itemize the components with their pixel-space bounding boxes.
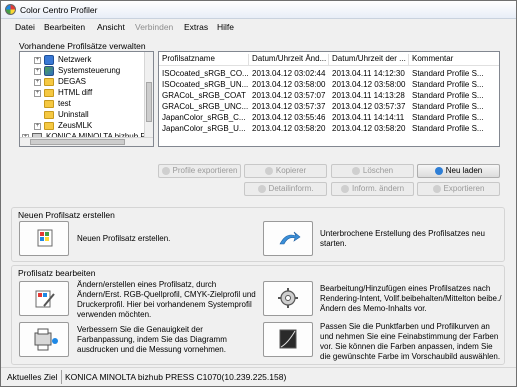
title-bar: Color Centro Profiler <box>1 1 516 19</box>
app-window: Color Centro Profiler Datei Bearbeiten A… <box>0 0 517 387</box>
network-icon <box>44 55 54 65</box>
status-bar: Aktuelles Ziel KONICA MINOLTA bizhub PRE… <box>1 367 516 386</box>
column-header-modified[interactable]: Datum/Uhrzeit Änd... <box>249 54 329 66</box>
measure-chart-button[interactable] <box>19 322 69 357</box>
table-row[interactable]: GRACoL_sRGB_COAT 2013.04.12 03:57:07 201… <box>159 91 499 102</box>
table-row[interactable]: ISOcoated_sRGB_UN... 2013.04.12 03:58:00… <box>159 80 499 91</box>
folder-icon <box>44 122 54 130</box>
new-profile-button[interactable] <box>19 221 69 256</box>
folder-icon <box>44 78 54 86</box>
scroll-thumb[interactable] <box>146 82 152 122</box>
status-separator <box>61 370 62 384</box>
detail-info-button[interactable]: Detailinform. <box>244 182 327 196</box>
table-row[interactable]: GRACoL_sRGB_UNC... 2013.04.12 03:57:37 2… <box>159 102 499 113</box>
menu-verbinden[interactable]: Verbinden <box>135 22 173 32</box>
folder-icon <box>44 100 54 108</box>
menu-extras[interactable]: Extras <box>184 22 208 32</box>
folder-icon <box>44 111 54 119</box>
profiles-section-label: Vorhandene Profilsätze verwalten <box>19 41 146 51</box>
table-row[interactable]: JapanColor_sRGB_U... 2013.04.12 03:58:20… <box>159 124 499 135</box>
folder-tree[interactable]: + Netzwerk + Systemsteuerung + DEGAS + H… <box>19 51 154 147</box>
status-target: KONICA MINOLTA bizhub PRESS C1070(10.239… <box>65 372 287 382</box>
delete-button[interactable]: Löschen <box>331 164 414 178</box>
expand-icon[interactable]: + <box>34 79 41 86</box>
color-centro-icon <box>5 4 16 15</box>
window-title: Color Centro Profiler <box>20 5 98 15</box>
tree-horizontal-scrollbar[interactable] <box>20 137 153 146</box>
menu-bar: Datei Bearbeiten Ansicht Verbinden Extra… <box>1 20 516 34</box>
table-row[interactable]: JapanColor_sRGB_C... 2013.04.12 03:55:46… <box>159 113 499 124</box>
edit-info-icon <box>340 184 349 193</box>
scroll-thumb[interactable] <box>30 139 125 145</box>
edit-profile-group: Profilsatz bearbeiten Ändern/erstellen e… <box>11 265 505 365</box>
control-panel-icon <box>44 66 54 76</box>
menu-bearbeiten[interactable]: Bearbeiten <box>44 22 85 32</box>
create-edit-profile-text: Ändern/erstellen eines Profilsatz, durch… <box>77 280 256 319</box>
create-group-title: Neuen Profilsatz erstellen <box>18 210 115 220</box>
profile-table[interactable]: Profilsatzname Datum/Uhrzeit Änd... Datu… <box>158 51 500 147</box>
column-header-created[interactable]: Datum/Uhrzeit der ... <box>329 54 409 66</box>
create-profile-group: Neuen Profilsatz erstellen Neuen Profils… <box>11 207 505 262</box>
print-measure-icon <box>34 328 58 351</box>
export-icon <box>161 166 170 175</box>
change-info-button[interactable]: Inform. ändern <box>331 182 414 196</box>
export-icon <box>432 184 441 193</box>
column-header-name[interactable]: Profilsatzname <box>159 54 249 66</box>
table-header: Profilsatzname Datum/Uhrzeit Änd... Datu… <box>159 52 499 66</box>
gear-icon <box>278 288 298 308</box>
export-profile-button[interactable]: Profile exportieren <box>158 164 241 178</box>
rendering-settings-text: Bearbeitung/Hinzufügen eines Profilsatze… <box>320 284 502 313</box>
info-icon <box>257 184 266 193</box>
reload-button[interactable]: Neu laden <box>417 164 500 178</box>
adjust-curves-button[interactable] <box>263 322 313 357</box>
refresh-icon <box>434 166 443 175</box>
edit-group-title: Profilsatz bearbeiten <box>18 268 96 278</box>
export-button[interactable]: Exportieren <box>417 182 500 196</box>
edit-profile-icon <box>35 290 55 308</box>
measure-chart-text: Verbessern Sie die Genauigkeit der Farba… <box>77 325 227 354</box>
menu-datei[interactable]: Datei <box>15 22 35 32</box>
copy-icon <box>264 166 273 175</box>
menu-hilfe[interactable]: Hilfe <box>217 22 234 32</box>
expand-icon[interactable]: + <box>34 57 41 64</box>
delete-icon <box>351 166 360 175</box>
status-label: Aktuelles Ziel <box>7 372 58 382</box>
resume-creation-text: Unterbrochene Erstellung des Profilsatze… <box>320 229 485 248</box>
expand-icon[interactable]: + <box>34 123 41 130</box>
expand-icon[interactable]: + <box>34 68 41 75</box>
resume-creation-button[interactable] <box>263 221 313 256</box>
copy-button[interactable]: Kopierer <box>244 164 327 178</box>
rendering-settings-button[interactable] <box>263 281 313 316</box>
expand-icon[interactable]: + <box>34 90 41 97</box>
folder-icon <box>44 89 54 97</box>
tone-curve-icon <box>279 329 297 349</box>
create-edit-profile-button[interactable] <box>19 281 69 316</box>
table-row[interactable]: ISOcoated_sRGB_CO... 2013.04.12 03:02:44… <box>159 69 499 80</box>
menu-ansicht[interactable]: Ansicht <box>97 22 125 32</box>
tree-vertical-scrollbar[interactable] <box>144 52 153 138</box>
resume-icon <box>279 231 301 245</box>
adjust-curves-text: Passen Sie die Punktfarben und Profilkur… <box>320 322 501 361</box>
new-profile-text: Neuen Profilsatz erstellen. <box>77 234 171 243</box>
column-header-comment[interactable]: Kommentar <box>409 54 499 66</box>
new-profile-icon <box>37 229 53 247</box>
